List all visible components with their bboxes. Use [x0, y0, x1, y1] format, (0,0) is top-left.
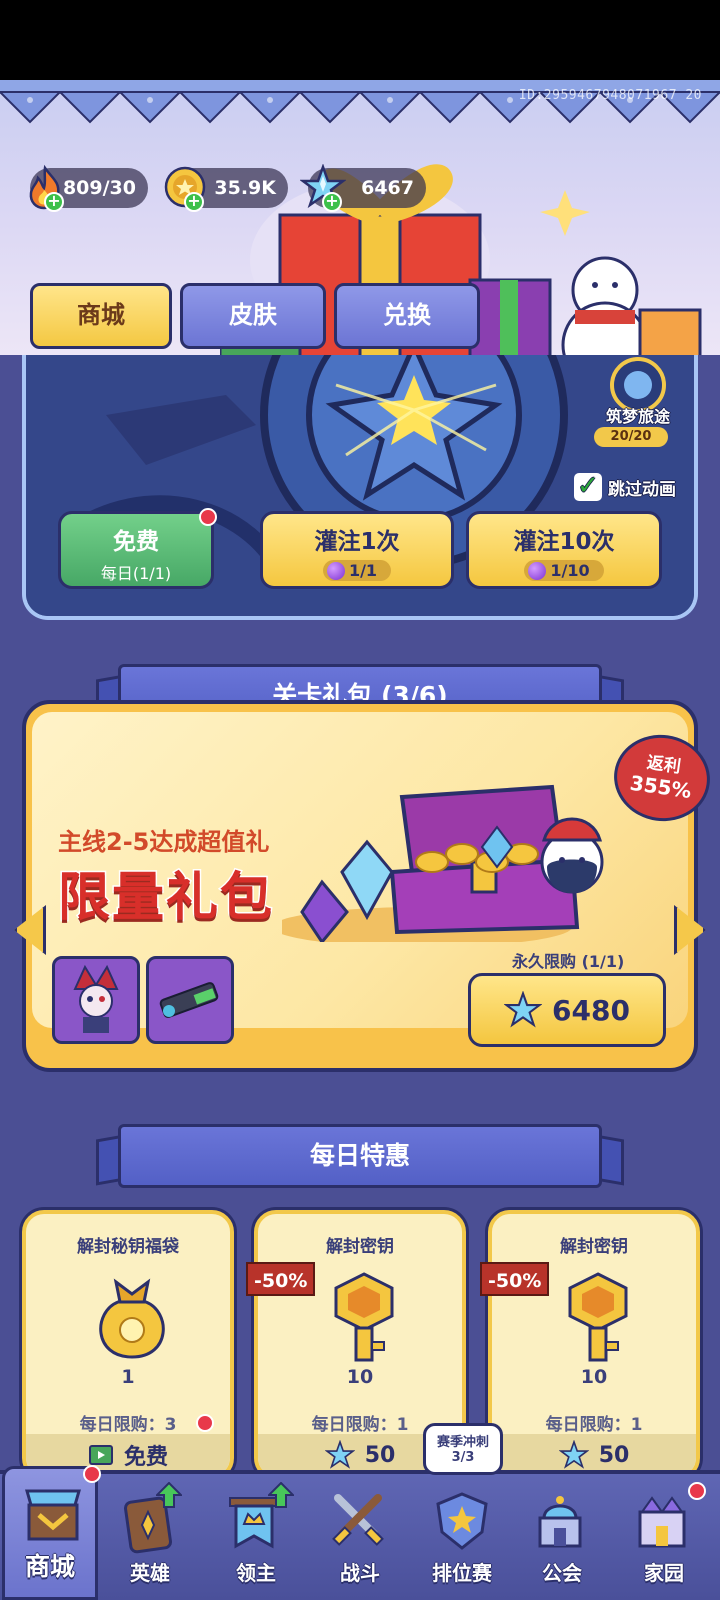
- skip-animation-toggle[interactable]: ✓ 跳过动画: [574, 473, 676, 501]
- crystal-counter[interactable]: + 6467: [300, 164, 426, 212]
- lucky-bag-icon: [99, 1278, 165, 1359]
- daily-deal-card[interactable]: 解封秘钥福袋 1 每日限购：3 免费: [22, 1210, 234, 1480]
- notification-dot: [688, 1482, 706, 1500]
- checkbox-checked-icon[interactable]: ✓: [574, 473, 602, 501]
- cannon-weapon-icon: [159, 982, 219, 1018]
- notification-dot: [199, 508, 217, 526]
- tab-exchange[interactable]: 兑换: [334, 283, 480, 349]
- buy-level-gift-button[interactable]: 6480: [468, 973, 666, 1047]
- nav-lord[interactable]: 领主: [206, 1480, 306, 1600]
- crystal-icon: [504, 991, 543, 1028]
- nav-home[interactable]: 家园: [614, 1480, 714, 1600]
- ranked-shield-icon: [436, 1492, 488, 1550]
- level-gift-subtitle: 主线2-5达成超值礼: [58, 828, 270, 856]
- home-castle-icon: [638, 1496, 686, 1548]
- tab-skins[interactable]: 皮肤: [180, 283, 326, 349]
- add-gold-button[interactable]: +: [184, 192, 204, 212]
- discount-badge: -50%: [480, 1262, 550, 1296]
- notification-dot: [196, 1414, 214, 1432]
- reward-item-jester-skin[interactable]: [52, 956, 140, 1044]
- daily-deals-ribbon: 每日特惠: [118, 1124, 602, 1188]
- notification-dot: [83, 1465, 101, 1483]
- infuse-ten-button[interactable]: 灌注10次 1/10: [466, 511, 662, 589]
- stamina-counter[interactable]: + 809/30: [29, 164, 148, 212]
- key-icon: [334, 1272, 394, 1362]
- level-gift-title: 限量礼包: [56, 867, 275, 930]
- daily-deal-card[interactable]: 解封密钥 10 每日限购：1 50: [488, 1210, 700, 1480]
- summon-portal-panel: 筑梦旅途 20/20 ✓ 跳过动画 免费 每日(1/1) 灌注1次 1/1 灌注…: [22, 355, 698, 620]
- discount-badge: -50%: [246, 1262, 316, 1296]
- purchase-limit: 永久限购 (1/1): [512, 952, 625, 971]
- purple-orb-icon: [528, 562, 547, 580]
- treasure-chest-illustration: [282, 784, 604, 942]
- skip-animation-label: 跳过动画: [608, 479, 676, 500]
- season-sprint-tooltip[interactable]: 赛季冲刺 3/3: [423, 1423, 503, 1475]
- jester-character-icon: [73, 964, 119, 1033]
- tab-shop[interactable]: 商城: [30, 283, 172, 349]
- upgrade-arrow-icon: [156, 1482, 182, 1508]
- key-icon: [568, 1272, 628, 1362]
- event-progress: 20/20: [594, 427, 668, 447]
- upgrade-arrow-icon: [268, 1482, 294, 1508]
- add-stamina-button[interactable]: +: [44, 192, 64, 212]
- guild-castle-icon: [538, 1496, 582, 1548]
- gold-counter[interactable]: + 35.9K: [164, 166, 288, 212]
- nav-guild[interactable]: 公会: [512, 1480, 612, 1600]
- crossed-swords-icon: [332, 1494, 384, 1546]
- infuse-once-button[interactable]: 灌注1次 1/1: [260, 511, 454, 589]
- crystal-icon: [558, 1440, 589, 1469]
- free-summon-button[interactable]: 免费 每日(1/1): [58, 508, 217, 589]
- event-title[interactable]: 筑梦旅途: [606, 403, 670, 427]
- nav-heroes[interactable]: 英雄: [100, 1480, 200, 1600]
- status-bar: [0, 0, 720, 80]
- nav-shop[interactable]: 商城: [2, 1465, 101, 1600]
- crystal-icon: [324, 1440, 355, 1469]
- add-crystal-button[interactable]: +: [322, 192, 342, 212]
- shop-icon: [25, 1489, 81, 1541]
- nav-ranked[interactable]: 排位赛: [412, 1480, 512, 1600]
- player-id: ID:2959467948071967 20: [518, 88, 702, 103]
- purple-orb-icon: [326, 562, 345, 580]
- nav-battle[interactable]: 战斗: [310, 1480, 410, 1600]
- reward-item-weapon[interactable]: [146, 956, 234, 1044]
